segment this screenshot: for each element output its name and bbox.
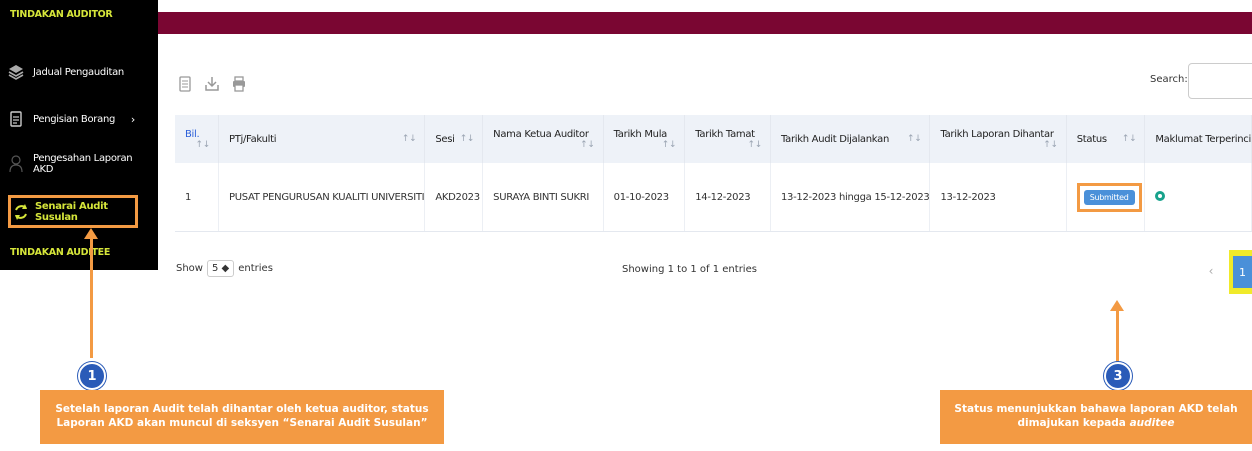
sidebar-item-pengesahan-laporan[interactable]: Pengesahan Laporan AKD: [8, 149, 153, 179]
col-ketua[interactable]: Nama Ketua Auditor ↑↓: [482, 115, 604, 163]
layers-icon: [8, 63, 24, 81]
callout-line-3: [1116, 310, 1119, 362]
view-details-icon[interactable]: [1155, 190, 1166, 201]
step-number-1: 1: [78, 362, 106, 390]
sidebar-item-label: Pengisian Borang: [33, 113, 116, 125]
cell-bil: 1: [175, 163, 219, 232]
search-input[interactable]: [1188, 63, 1252, 99]
pagination-page-1[interactable]: 1: [1233, 256, 1252, 288]
table-row: 1 PUSAT PENGURUSAN KUALITI UNIVERSITI AK…: [175, 163, 1252, 232]
entries-select[interactable]: 5 ◆: [206, 260, 235, 277]
top-header-bar: [158, 12, 1252, 34]
showing-info: Showing 1 to 1 of 1 entries: [622, 264, 757, 275]
callout-1-line-2: Laporan AKD akan muncul di seksyen “Sena…: [56, 417, 428, 429]
cell-maklumat: [1144, 163, 1252, 232]
print-icon[interactable]: [230, 74, 248, 94]
pagination-prev-button[interactable]: ‹: [1200, 258, 1222, 284]
sort-icon: ↑↓: [459, 133, 475, 144]
status-highlight: Submitted: [1076, 182, 1142, 212]
col-ptj[interactable]: PTj/Fakulti ↑↓: [218, 115, 426, 163]
col-mula[interactable]: Tarikh Mula ↑↓: [603, 115, 686, 163]
table-header-row: Bil. ↑↓ PTj/Fakulti ↑↓ Sesi ↑↓ Nama Ketua A…: [175, 115, 1252, 163]
cell-ketua: SURAYA BINTI SUKRI: [482, 163, 604, 232]
refresh-icon: [13, 203, 29, 221]
col-maklumat[interactable]: Maklumat Terperinci: [1144, 115, 1252, 163]
col-dijalankan[interactable]: Tarikh Audit Dijalankan ↑↓: [770, 115, 931, 163]
col-status[interactable]: Status ↑↓: [1066, 115, 1146, 163]
list-icon[interactable]: [176, 74, 194, 94]
entries-length-control: Show 5 ◆ entries: [176, 260, 273, 277]
cell-sesi: AKD2023: [424, 163, 484, 232]
col-sesi[interactable]: Sesi ↑↓: [424, 115, 484, 163]
table-toolbar: [176, 74, 248, 94]
sort-icon: ↑↓: [747, 139, 763, 150]
col-bil[interactable]: Bil. ↑↓: [175, 115, 219, 163]
sidebar-item-label: Pengesahan Laporan AKD: [33, 153, 133, 175]
sidebar-item-label: Senarai Audit Susulan: [35, 200, 108, 223]
cell-dihantar: 13-12-2023: [929, 163, 1067, 232]
cell-mula: 01-10-2023: [603, 163, 686, 232]
sidebar-item-senarai-audit-susulan[interactable]: Senarai Audit Susulan: [8, 195, 138, 228]
cell-status: Submitted: [1066, 163, 1146, 232]
audit-table: Bil. ↑↓ PTj/Fakulti ↑↓ Sesi ↑↓ Nama Ketua A…: [175, 115, 1252, 232]
callout-3-line-1: Status menunjukkan bahawa laporan AKD te…: [954, 403, 1238, 416]
section-tindakan-auditor: TINDAKAN AUDITOR: [10, 9, 113, 20]
sidebar-item-jadual-pengauditan[interactable]: Jadual Pengauditan: [8, 57, 153, 87]
col-dihantar[interactable]: Tarikh Laporan Dihantar ↑↓: [929, 115, 1067, 163]
callout-box-1: Setelah laporan Audit telah dihantar ole…: [40, 390, 444, 444]
sort-icon: ↑↓: [580, 139, 595, 150]
pagination-page-highlight: 1: [1229, 250, 1252, 294]
sidebar: TINDAKAN AUDITOR Jadual Pengauditan Peng…: [0, 0, 158, 270]
entries-label: entries: [238, 263, 273, 274]
callout-1-line-1: Setelah laporan Audit telah dihantar ole…: [55, 403, 429, 416]
callout-3-line-2: dimajukan kepada auditee: [1017, 417, 1175, 429]
step-number-3: 3: [1104, 362, 1132, 390]
callout-box-3: Status menunjukkan bahawa laporan AKD te…: [940, 390, 1252, 444]
document-icon: [8, 110, 24, 128]
sort-icon: ↑↓: [1121, 133, 1137, 144]
sidebar-item-pengisian-borang[interactable]: Pengisian Borang ›: [8, 104, 153, 134]
user-icon: [8, 155, 24, 173]
callout-3-emphasis: auditee: [1129, 417, 1175, 429]
col-tamat[interactable]: Tarikh Tamat ↑↓: [684, 115, 771, 163]
status-badge: Submitted: [1083, 189, 1135, 205]
chevron-right-icon: ›: [130, 112, 135, 126]
cell-ptj: PUSAT PENGURUSAN KUALITI UNIVERSITI: [218, 163, 426, 232]
callout-line-1: [90, 238, 93, 358]
sort-icon: ↑↓: [195, 139, 210, 150]
sort-icon: ↑↓: [401, 133, 417, 144]
search-label: Search:: [1150, 74, 1188, 85]
cell-tamat: 14-12-2023: [684, 163, 771, 232]
sidebar-item-label: Jadual Pengauditan: [33, 66, 124, 78]
cell-dijalankan: 13-12-2023 hingga 15-12-2023: [770, 163, 931, 232]
download-icon[interactable]: [203, 74, 221, 94]
section-tindakan-auditee: TINDAKAN AUDITEE: [10, 247, 111, 258]
sort-icon: ↑↓: [906, 133, 922, 144]
sort-icon: ↑↓: [661, 139, 677, 150]
sort-icon: ↑↓: [1043, 139, 1058, 150]
show-label: Show: [176, 263, 203, 274]
